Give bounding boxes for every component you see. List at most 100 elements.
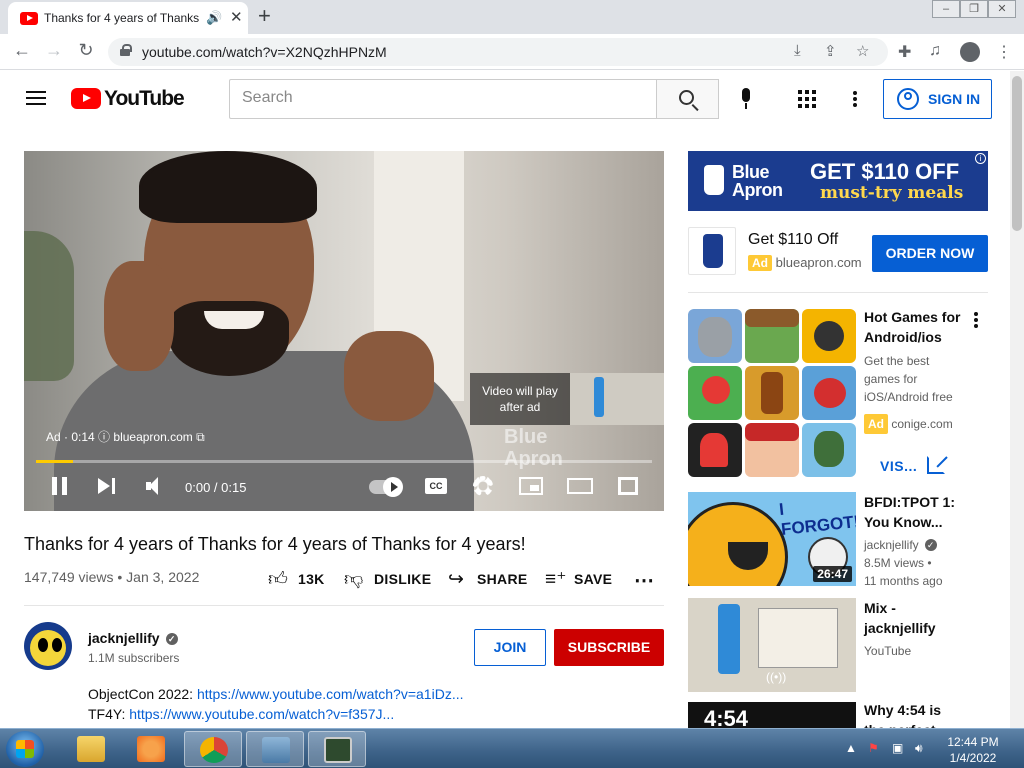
visit-button[interactable]: VIS... xyxy=(880,458,917,474)
youtube-logo-icon[interactable] xyxy=(71,88,101,109)
back-arrow-icon[interactable]: ← xyxy=(10,40,34,61)
game-icon xyxy=(688,423,742,477)
close-window-button[interactable]: ✕ xyxy=(988,0,1016,18)
bookmark-star-icon[interactable]: ☆ xyxy=(856,42,869,60)
next-icon[interactable] xyxy=(98,478,116,494)
video-age: 11 months ago xyxy=(864,574,943,588)
page-scrollbar[interactable] xyxy=(1010,71,1024,728)
video-channel: jacknjellify ✓ xyxy=(864,536,964,554)
thumbs-up-icon: 👍︎ xyxy=(268,569,289,590)
volume-icon[interactable] xyxy=(146,477,168,495)
channel-name[interactable]: jacknjellify ✓ xyxy=(88,630,178,646)
media-player-taskbar-icon[interactable] xyxy=(122,731,180,767)
maximize-button[interactable]: ❐ xyxy=(960,0,988,18)
close-tab-icon[interactable]: ✕ xyxy=(230,8,243,26)
forward-arrow-icon[interactable]: → xyxy=(42,40,66,61)
video-title-link[interactable]: BFDI:TPOT 1: You Know... xyxy=(864,492,964,532)
theater-mode-icon[interactable] xyxy=(567,478,593,494)
duration-badge: 26:47 xyxy=(813,566,852,582)
chrome-taskbar-icon[interactable] xyxy=(184,731,242,767)
extensions-icon[interactable]: ✚ xyxy=(898,42,911,62)
windows-taskbar: ▲ ⚑ ▣ 🔊︎ 12:44 PM 1/4/2022 xyxy=(0,728,1024,768)
order-now-button[interactable]: ORDER NOW xyxy=(872,235,988,272)
new-tab-button[interactable]: + xyxy=(258,3,271,29)
promo-more-icon[interactable] xyxy=(974,312,978,328)
ad-domain-link[interactable]: blueapron.com xyxy=(113,430,192,444)
user-icon xyxy=(897,88,919,110)
network-icon[interactable]: ▣ xyxy=(892,741,903,755)
scrollbar-thumb[interactable] xyxy=(1012,76,1022,231)
video-meta: 147,749 views • Jan 3, 2022 xyxy=(24,569,200,585)
url-text[interactable]: youtube.com/watch?v=X2NQzhHPNzM xyxy=(142,44,387,60)
external-link-icon[interactable] xyxy=(927,456,945,474)
browser-toolbar: ← → ↻ youtube.com/watch?v=X2NQzhHPNzM ⤓ … xyxy=(0,34,1024,70)
game-icon xyxy=(745,423,799,477)
game-icons-grid[interactable] xyxy=(688,309,856,477)
thumbs-down-icon: 👎︎ xyxy=(344,569,364,590)
start-button-icon[interactable] xyxy=(6,731,44,767)
info-icon[interactable]: ⓘ xyxy=(98,430,113,444)
verified-icon: ✓ xyxy=(924,539,937,551)
channel-avatar[interactable] xyxy=(24,622,72,670)
captions-icon[interactable]: CC xyxy=(425,478,447,494)
subscribe-button[interactable]: SUBSCRIBE xyxy=(554,629,664,666)
video-player[interactable]: Ad · 0:14 ⓘ blueapron.com ⧉ Video will p… xyxy=(24,151,664,511)
share-icon[interactable]: ⇪ xyxy=(824,42,837,60)
video-title: Thanks for 4 years of Thanks for 4 years… xyxy=(24,534,526,554)
pause-icon[interactable] xyxy=(52,477,68,495)
install-icon[interactable]: ⤓ xyxy=(794,42,801,59)
video-title-link[interactable]: Why 4:54 is the perfect... xyxy=(864,700,964,728)
ad-info-icon[interactable]: i xyxy=(975,153,986,164)
settings-gear-icon[interactable] xyxy=(473,476,493,496)
ad-banner[interactable]: Blue Apron GET $110 OFF must-try meals i xyxy=(688,151,988,211)
join-button[interactable]: JOIN xyxy=(474,629,546,666)
video-thumbnail[interactable]: ((•)) xyxy=(688,598,856,692)
video-title-link[interactable]: Mix - jacknjellify xyxy=(864,598,964,638)
description-link[interactable]: https://www.youtube.com/watch?v=f357J... xyxy=(129,706,394,722)
miniplayer-icon[interactable] xyxy=(519,477,543,495)
browser-tab[interactable]: Thanks for 4 years of Thanks for 4 years… xyxy=(8,2,248,34)
divider xyxy=(24,605,664,606)
volume-tray-icon[interactable]: 🔊︎ xyxy=(915,741,923,756)
youtube-wordmark[interactable]: YouTube xyxy=(104,87,185,111)
advertiser-icon[interactable] xyxy=(688,227,736,275)
game-icon xyxy=(802,423,856,477)
reload-icon[interactable]: ↻ xyxy=(74,40,98,61)
file-explorer-taskbar-icon[interactable] xyxy=(62,731,120,767)
description-line: ObjectCon 2022: https://www.youtube.com/… xyxy=(88,686,464,702)
system-clock[interactable]: 12:44 PM 1/4/2022 xyxy=(940,734,1006,766)
video-thumbnail[interactable]: I FORGOT! 26:47 xyxy=(688,492,856,586)
lock-icon[interactable] xyxy=(120,44,132,56)
ad-title[interactable]: Get $110 Off xyxy=(748,231,838,249)
video-thumbnail[interactable]: 4:54 xyxy=(688,702,856,728)
apps-grid-icon[interactable] xyxy=(798,90,816,108)
system-monitor-taskbar-icon[interactable] xyxy=(308,731,366,767)
external-link-icon[interactable]: ⧉ xyxy=(196,430,205,444)
more-actions-icon[interactable]: ⋯ xyxy=(634,568,654,592)
search-input[interactable]: Search xyxy=(229,79,657,119)
microphone-icon[interactable] xyxy=(740,88,752,112)
photo-viewer-taskbar-icon[interactable] xyxy=(246,731,304,767)
speaker-icon[interactable]: 🔊 xyxy=(206,10,222,26)
tray-expand-icon[interactable]: ▲ xyxy=(845,741,857,755)
settings-more-icon[interactable] xyxy=(853,91,857,107)
playlist-add-icon: ≡⁺ xyxy=(545,569,567,590)
search-button[interactable] xyxy=(656,79,719,119)
mix-radio-icon: ((•)) xyxy=(766,670,787,684)
progress-bar[interactable] xyxy=(36,460,652,463)
game-icon xyxy=(688,366,742,420)
address-bar[interactable]: youtube.com/watch?v=X2NQzhHPNzM ⤓ ⇪ ☆ xyxy=(108,38,888,66)
description-link[interactable]: https://www.youtube.com/watch?v=a1iDz... xyxy=(197,686,464,702)
hamburger-menu-icon[interactable] xyxy=(26,91,46,105)
thumbnail-caption: 4:54 xyxy=(704,706,749,728)
fullscreen-icon[interactable] xyxy=(618,477,638,495)
media-control-icon[interactable]: ♫ xyxy=(929,42,941,60)
minimize-button[interactable]: – xyxy=(932,0,960,18)
autoplay-toggle[interactable] xyxy=(369,477,403,497)
sign-in-button[interactable]: SIGN IN xyxy=(883,79,992,119)
plant-image xyxy=(24,231,74,381)
chrome-menu-icon[interactable]: ⋮ xyxy=(996,42,1012,62)
profile-avatar-icon[interactable] xyxy=(960,42,980,62)
action-center-icon[interactable]: ⚑ xyxy=(868,741,879,755)
promo-title[interactable]: Hot Games for Android/ios xyxy=(864,307,964,347)
